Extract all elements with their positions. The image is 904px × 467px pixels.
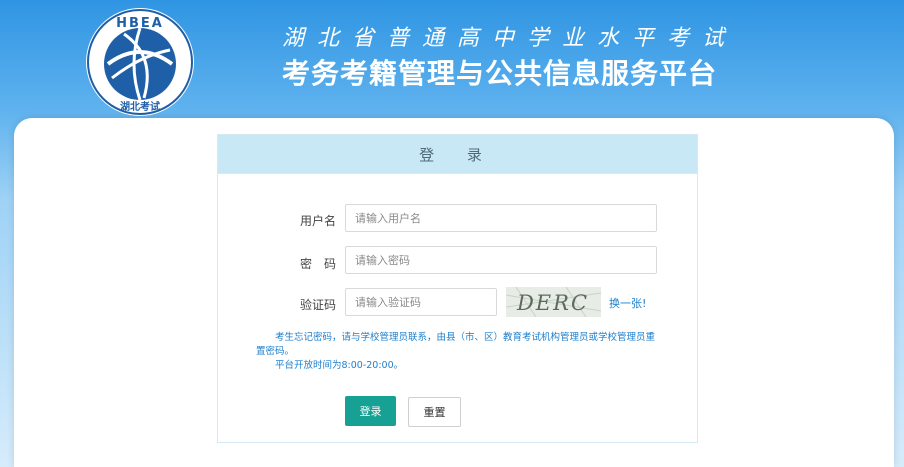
hbea-logo: HBEA 湖北考试	[86, 8, 194, 116]
logo-text-top: HBEA	[116, 16, 164, 31]
login-panel: 登 录 用户名 密 码 验证码 DERC 换一张! 考生忘记密码，请与学校管理员…	[217, 134, 698, 443]
username-label: 用户名	[299, 214, 336, 228]
captcha-input[interactable]	[345, 288, 497, 316]
username-input[interactable]	[345, 204, 657, 232]
site-title-line2: 考务考籍管理与公共信息服务平台	[282, 57, 718, 90]
captcha-label: 验证码	[299, 298, 336, 312]
refresh-captcha-link[interactable]: 换一张!	[609, 295, 646, 311]
logo-text-bottom: 湖北考试	[120, 100, 160, 113]
login-button[interactable]: 登录	[345, 396, 396, 426]
password-input[interactable]	[345, 246, 657, 274]
captcha-text: DERC	[516, 291, 589, 315]
notice-password-reset: 考生忘记密码，请与学校管理员联系，由县（市、区）教育考试机构管理员或学校管理员重…	[256, 332, 656, 357]
captcha-image[interactable]: DERC	[506, 287, 601, 317]
site-title-line1: 湖北省普通高中学业水平考试	[282, 26, 738, 51]
login-heading: 登 录	[218, 135, 697, 174]
password-label: 密 码	[299, 257, 336, 271]
notice-open-hours: 平台开放时间为8:00-20:00。	[256, 360, 404, 371]
login-notice: 考生忘记密码，请与学校管理员联系，由县（市、区）教育考试机构管理员或学校管理员重…	[256, 331, 656, 373]
reset-button[interactable]: 重置	[408, 397, 461, 427]
